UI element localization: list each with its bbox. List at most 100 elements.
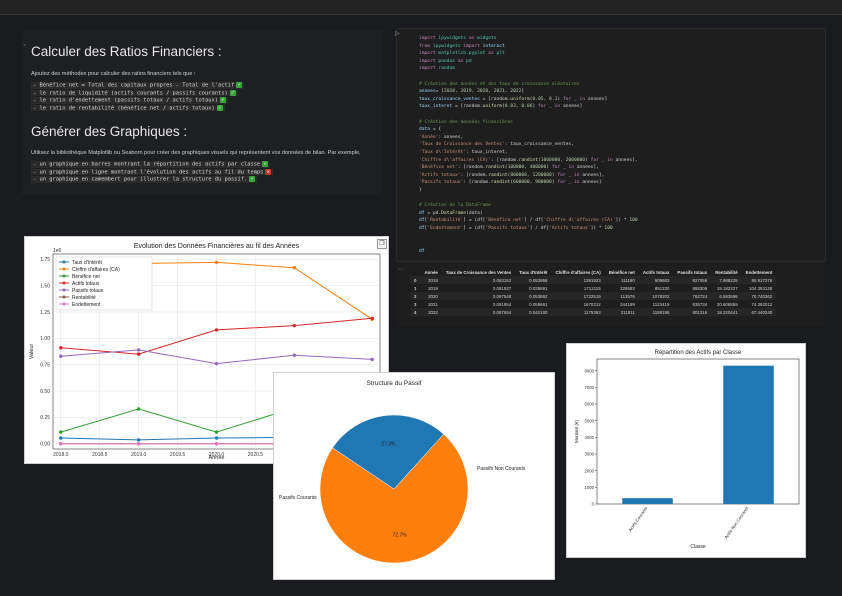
graphs-item: - un graphique en camembert pour illustr… bbox=[31, 176, 258, 183]
code-line: 'Taux d\'Intérêt': taux_interet, bbox=[419, 150, 508, 155]
legend-marker bbox=[62, 274, 66, 278]
code-line: 'Chiffre d\'affaires (CA)': [random.rand… bbox=[419, 157, 638, 163]
code-cell[interactable]: ▷ import ipywidgets as widgets from ipywi… bbox=[395, 28, 826, 262]
table-cell: 1188198 bbox=[638, 308, 674, 316]
y-tick-label: 1.50 bbox=[40, 283, 50, 289]
data-point bbox=[292, 266, 297, 270]
run-cell-icon[interactable]: ▷ bbox=[395, 30, 400, 37]
output-menu-icon[interactable]: ⋯ bbox=[398, 266, 404, 273]
check-icon: ✓ bbox=[262, 161, 269, 167]
y-tick-label: 2000 bbox=[584, 468, 594, 473]
table-cell: 835734 bbox=[692, 301, 708, 307]
table-cell: 801316 bbox=[673, 308, 712, 316]
table-cell: 104.353128 bbox=[749, 285, 773, 291]
table-cell: 2019 bbox=[428, 285, 438, 291]
data-point bbox=[214, 328, 219, 332]
code-line: 'Taux de Croissance des Ventes': taux_cr… bbox=[419, 142, 574, 148]
pie-title: Structure du Passif bbox=[367, 380, 422, 387]
y-axis-label: Valeur bbox=[29, 344, 35, 360]
y-tick-label: 0.75 bbox=[40, 362, 50, 368]
code-line: annees= [2018, 2019, 2020, 2021, 2022] bbox=[419, 89, 525, 95]
x-tick-label: Actifs Courants bbox=[628, 506, 649, 533]
table-cell: 2018 bbox=[420, 276, 442, 284]
column-header: Endettement bbox=[745, 269, 773, 275]
x-tick-label: Actifs Non Courants bbox=[723, 506, 749, 540]
table-cell: 0.053958 bbox=[515, 276, 552, 284]
collapse-chevron-icon[interactable]: ˅ bbox=[23, 44, 26, 51]
dataframe-table: Année Taux de Croissance des Ventes Taux d… bbox=[410, 268, 777, 316]
table-cell: 1722519 bbox=[551, 292, 605, 300]
y-tick-label: 0 bbox=[592, 502, 595, 507]
column-header bbox=[410, 268, 420, 276]
bar bbox=[723, 365, 774, 504]
code-line: # Création des données financières bbox=[419, 119, 514, 125]
column-header: Passifs totaux bbox=[677, 269, 708, 275]
row-index: 1 bbox=[414, 285, 417, 291]
table-cell: 6.593599 bbox=[711, 292, 742, 300]
x-tick-label: 2018.0 bbox=[53, 452, 69, 458]
row-index: 0 bbox=[410, 276, 421, 284]
legend-label: Rentabilité bbox=[72, 295, 96, 301]
table-cell: 851230 bbox=[654, 285, 670, 291]
x-axis-label: Année bbox=[209, 455, 225, 461]
column-header: Chiffre d'affaires (CA) bbox=[555, 269, 601, 275]
code-line: } bbox=[419, 188, 422, 193]
code-line: import pandas as pd bbox=[419, 58, 472, 64]
check-icon: ✓ bbox=[220, 97, 226, 103]
copy-icon[interactable]: ❐ bbox=[377, 239, 387, 249]
legend-label: Endettement bbox=[72, 302, 101, 308]
y-tick-label: 1.25 bbox=[40, 310, 50, 316]
ratios-item-text: - le ratio d'endettement (passifs totaux… bbox=[33, 97, 218, 104]
code-line: 'Année': annees, bbox=[419, 134, 464, 140]
legend-label: Chiffre d'affaires (CA) bbox=[72, 267, 120, 273]
code-line: 'Passifs totaux': [random.randint(600000… bbox=[419, 180, 602, 186]
data-point bbox=[214, 260, 219, 265]
table-cell: 2021 bbox=[428, 301, 438, 307]
table-cell: 888306 bbox=[692, 285, 708, 291]
line-chart-title: Evolution des Données Financières au fil… bbox=[134, 243, 300, 250]
y-tick-label: 6000 bbox=[584, 402, 594, 407]
code-line: import matplotlib.pyplot as plt bbox=[419, 51, 505, 57]
code-line: df bbox=[419, 248, 425, 254]
table-cell: 909683 bbox=[638, 276, 674, 284]
data-point bbox=[370, 357, 374, 362]
table-cell: 2020 bbox=[420, 292, 442, 300]
table-cell: 20.606869 bbox=[716, 301, 738, 307]
table-cell: 0.067548 bbox=[441, 292, 516, 300]
legend-label: Bénéfice net bbox=[72, 274, 100, 280]
column-header: Bénéfice net bbox=[608, 269, 635, 275]
graphs-item-text: - un graphique en ligne montrant l'évolu… bbox=[33, 169, 264, 175]
table-cell: 18.220441 bbox=[711, 308, 742, 316]
code-line: data = { bbox=[419, 127, 442, 133]
data-point bbox=[136, 352, 141, 356]
pie-slice-label: Passifs Courants bbox=[279, 495, 317, 501]
table-cell: 0.042100 bbox=[515, 308, 552, 316]
ratios-item: - le ratio de liquidité (actifs courants… bbox=[31, 89, 238, 96]
intro-graphiques: Utilisez la bibliothèque Matplotlib ou S… bbox=[31, 150, 361, 156]
table-cell: 0.091954 bbox=[492, 301, 512, 307]
data-point bbox=[59, 436, 63, 440]
table-cell: 1078202 bbox=[638, 292, 674, 300]
pie-chart-figure: Structure du Passif 72.7% Passifs Non Cour… bbox=[273, 372, 555, 580]
column-header: Rentabilité bbox=[715, 269, 738, 275]
ratios-item-text: - Bénéfice net = Total des capitaux prop… bbox=[33, 82, 235, 89]
row-index: 4 bbox=[410, 308, 421, 316]
markdown-cell[interactable]: ˅ Calculer des Ratios Financiers : Ajout… bbox=[22, 30, 382, 195]
table-cell: 328683 bbox=[620, 285, 635, 291]
graphs-item-text: - un graphique en barres montrant la rép… bbox=[33, 161, 261, 168]
graphs-item-text: - un graphique en camembert pour illustr… bbox=[33, 176, 248, 183]
x-tick-label: 2020.5 bbox=[248, 452, 264, 458]
table-cell: 0.063152 bbox=[441, 276, 516, 284]
code-line: # Création de la DataFrame bbox=[419, 203, 491, 209]
legend-marker bbox=[62, 281, 66, 285]
table-cell: 0.081937 bbox=[492, 285, 512, 291]
y-tick-label: 1.00 bbox=[40, 336, 50, 342]
table-row: 3 2021 0.091954 0.059661 1670312 344199 112341… bbox=[410, 300, 776, 308]
table-cell: 762724 bbox=[673, 292, 712, 300]
check-icon: ✓ bbox=[216, 104, 223, 111]
data-point bbox=[136, 407, 141, 411]
row-index: 2 bbox=[410, 292, 421, 300]
code-line: df = pd.DataFrame(data) bbox=[419, 210, 483, 216]
data-point bbox=[292, 353, 297, 357]
legend-label: Actifs totaux bbox=[72, 281, 100, 287]
